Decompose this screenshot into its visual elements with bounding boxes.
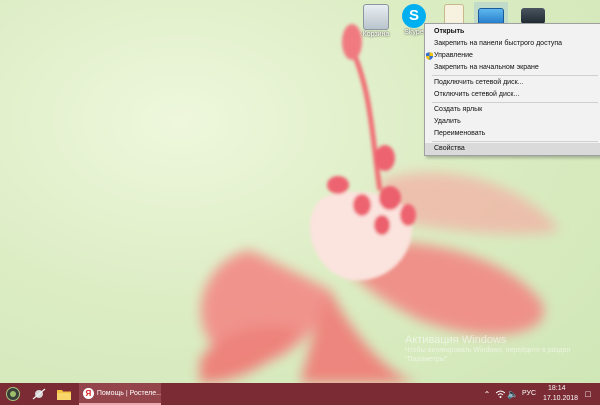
volume-icon[interactable]: 🔈 [507,383,519,405]
action-center-icon[interactable]: □ [581,383,595,405]
menu-item-delete[interactable]: Удалить [425,116,600,128]
control-panel-icon [521,8,545,24]
menu-item-map-network-drive[interactable]: Подключить сетевой диск... [425,77,600,89]
menu-separator [432,141,598,142]
desktop-icon-label: Корзина [362,31,390,38]
yandex-icon: Я [83,387,94,399]
tray-chevron-up-icon[interactable]: ⌃ [481,383,493,405]
menu-item-rename[interactable]: Переименовать [425,128,600,140]
menu-item-properties[interactable]: Свойства [425,143,600,155]
menu-item-disconnect-network-drive[interactable]: Отключить сетевой диск... [425,89,600,101]
clock-date[interactable]: 17.10.2018 [543,395,578,402]
task-label: Помощь | Ростеле... [96,389,161,397]
menu-separator [432,102,598,103]
activation-watermark: Активация Windows Чтобы активировать Win… [405,334,580,364]
network-bars-icon [495,390,505,398]
menu-item-pin-quick-access[interactable]: Закрепить на панели быстрого доступа [425,38,600,50]
watermark-text: Чтобы активировать Windows, перейдите в … [405,347,571,363]
skype-icon: S [402,4,426,28]
language-indicator[interactable]: РУС [522,390,536,397]
sun-app-icon [32,388,46,400]
context-menu: Открыть Закрепить на панели быстрого дос… [424,23,600,156]
start-button[interactable] [0,383,26,405]
shield-icon [426,52,433,60]
menu-item-open[interactable]: Открыть [425,26,600,38]
watermark-title: Активация Windows [405,334,507,346]
taskbar-app-explorer[interactable] [53,383,75,405]
clock-time[interactable]: 18:14 [548,385,566,392]
start-orb-icon [6,387,20,401]
menu-separator [432,75,598,76]
recycle-bin-icon [363,4,389,30]
taskbar: Я Помощь | Ростеле... ⌃ 🔈 РУС 18:14 17.1… [0,383,600,405]
menu-item-manage[interactable]: Управление [425,50,600,62]
network-icon[interactable] [494,383,506,405]
menu-item-pin-start[interactable]: Закрепить на начальном экране [425,62,600,74]
taskbar-app-sun[interactable] [28,383,50,405]
folder-icon [57,390,71,400]
taskbar-task-yandex[interactable]: Я Помощь | Ростеле... [79,383,161,405]
desktop-icon-recycle-bin[interactable]: Корзина [359,2,393,42]
menu-item-create-shortcut[interactable]: Создать ярлык [425,104,600,116]
menu-item-label: Управление [434,52,473,59]
